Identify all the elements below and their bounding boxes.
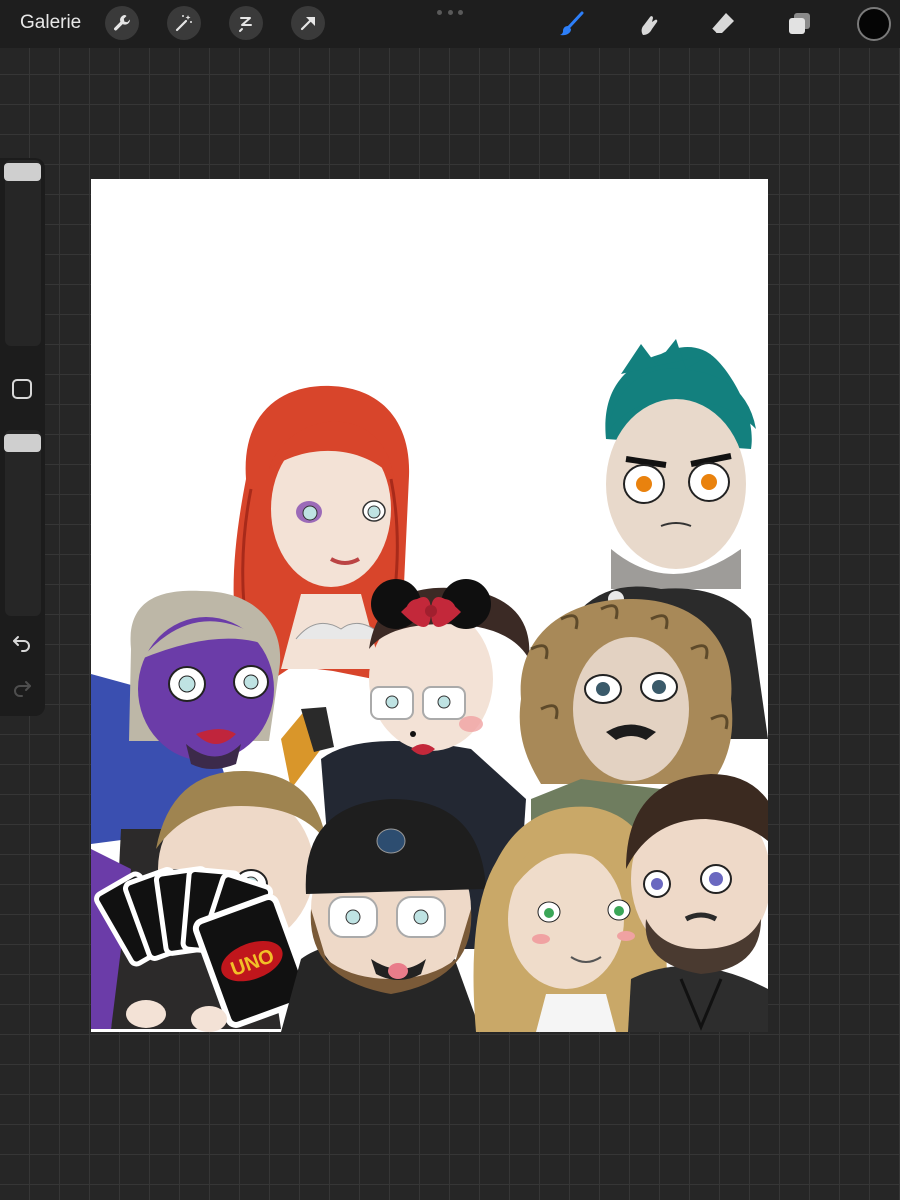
brush-size-slider[interactable]	[5, 160, 41, 346]
smudge-tool-button[interactable]	[631, 8, 663, 40]
selection-button[interactable]	[229, 6, 263, 40]
selection-icon	[239, 17, 252, 32]
beanie-figure	[281, 799, 486, 1032]
magic-wand-icon	[175, 15, 192, 32]
artwork-illustration: UNO	[91, 339, 768, 1032]
actions-button[interactable]	[105, 6, 139, 40]
eraser-icon	[711, 13, 734, 34]
drawing-canvas[interactable]: UNO	[91, 179, 768, 1032]
color-picker-button[interactable]	[857, 7, 891, 41]
modify-button[interactable]	[12, 379, 32, 399]
move-arrow-icon	[300, 16, 315, 31]
transform-button[interactable]	[291, 6, 325, 40]
brush-tool-button[interactable]	[555, 8, 587, 40]
wrench-icon	[114, 15, 131, 31]
layers-button[interactable]	[783, 8, 815, 40]
adjustments-button[interactable]	[167, 6, 201, 40]
top-toolbar: Galerie	[0, 0, 900, 48]
brush-size-thumb[interactable]	[4, 163, 41, 181]
redo-icon[interactable]	[10, 676, 34, 700]
opacity-slider[interactable]	[5, 430, 41, 616]
bearded-man-figure	[626, 774, 768, 1032]
brush-icon	[560, 11, 584, 36]
toolbar-grabber-icon[interactable]	[437, 10, 463, 16]
gallery-button[interactable]: Galerie	[20, 12, 81, 34]
undo-icon[interactable]	[10, 631, 34, 655]
smudge-icon	[641, 16, 658, 35]
layers-icon	[789, 13, 810, 34]
side-panel	[0, 158, 45, 716]
eraser-tool-button[interactable]	[707, 8, 739, 40]
opacity-thumb[interactable]	[4, 434, 41, 452]
